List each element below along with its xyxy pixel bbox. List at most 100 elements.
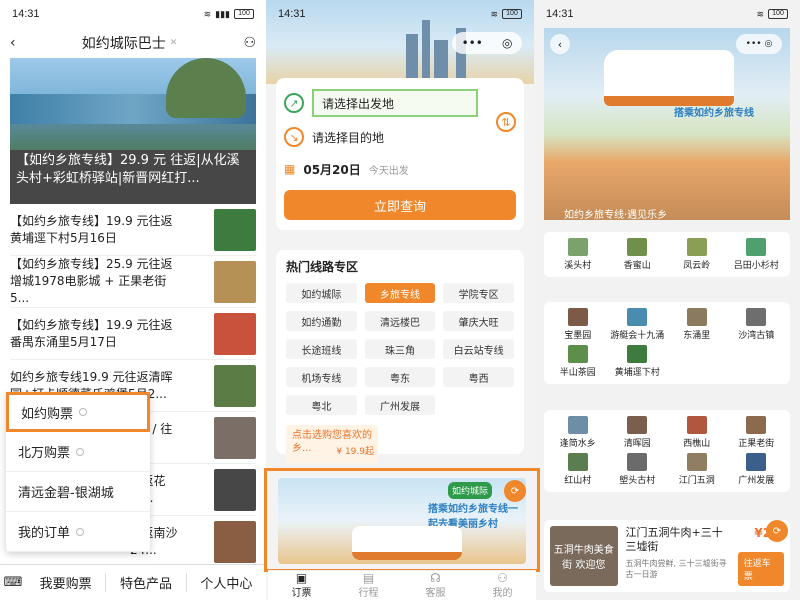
promo-card[interactable]: 点击选购您喜欢的乡... ¥ 19.9起 [286, 425, 378, 463]
wifi-icon: ≋ [203, 8, 212, 19]
tab-tickets[interactable]: ▣ 订票 [268, 571, 335, 600]
featured-route-card[interactable]: 五洞牛肉美食街 欢迎您 江门五洞牛肉+三十三墟街 五洞牛肉尝鲜, 三十三墟街寻古… [544, 520, 790, 592]
trip-icon: ▤ [362, 571, 375, 585]
signal-icon: ▮▮▮ [215, 8, 230, 19]
departure-input[interactable]: 请选择出发地 [312, 89, 478, 117]
route-tag[interactable]: 粤北 [286, 395, 357, 415]
battery-icon: 100 [502, 9, 522, 19]
route-tag[interactable]: 如约城际 [286, 283, 357, 303]
headset-icon: ☊ [430, 571, 441, 585]
back-icon[interactable]: ‹ [550, 34, 570, 54]
route-tag[interactable]: 粤东 [364, 367, 436, 387]
bottom-menu-products[interactable]: 特色产品 [106, 573, 187, 592]
title-bar: ‹ 如约城际巴士 ✕ ⚇ [0, 28, 266, 58]
route-tag[interactable]: 广州发展 [364, 395, 436, 415]
destination-input[interactable]: 请选择目的地 [312, 129, 384, 146]
bottom-menu-buy[interactable]: 我要购票 [26, 573, 107, 592]
calendar-icon: ▦ [284, 162, 296, 176]
profile-icon[interactable]: ⚇ [243, 35, 256, 51]
destination-item[interactable]: 游艇会十九涌 [608, 308, 668, 341]
destination-item[interactable]: 西樵山 [667, 416, 727, 449]
status-bar: 14:31 ≋ 100 [266, 0, 534, 28]
tab-trips[interactable]: ▤ 行程 [335, 571, 402, 600]
route-tag[interactable]: 珠三角 [364, 339, 436, 359]
route-tag[interactable]: 白云站专线 [443, 339, 514, 359]
destination-item[interactable]: 宝墨园 [548, 308, 608, 341]
menu-item-beiwan-ticket[interactable]: 北万购票 [6, 432, 150, 472]
menu-item-ruyue-ticket[interactable]: 如约购票 [6, 392, 150, 432]
panel-wechat-account: 14:31 ≋ ▮▮▮ 100 ‹ 如约城际巴士 ✕ ⚇ 【如约乡旅专线】29.9 元… [0, 0, 266, 600]
destination-grid-1: 溪头村 香蜜山 凤云岭 吕田小杉村 [544, 232, 790, 277]
menu-item-qingyuan[interactable]: 清远金碧-银湖城 [6, 472, 150, 512]
destination-item[interactable]: 沙湾古镇 [727, 308, 787, 341]
list-item[interactable]: 【如约乡旅专线】19.9 元往返番禺东涌里5月17日 [10, 308, 256, 360]
destination-item[interactable]: 红山村 [548, 453, 608, 486]
promo-price: ¥ 19.9起 [336, 447, 374, 457]
status-bar: 14:31 ≋ 100 [534, 0, 800, 28]
bus-image [604, 50, 734, 106]
hero-caption[interactable]: 【如约乡旅专线】29.9 元 往返|从化溪头村+彩虹桥驿站|新晋网红打... [10, 148, 256, 204]
hero-image[interactable] [10, 58, 256, 150]
destination-grid-2: 宝墨园 游艇会十九涌 东涌里 沙湾古镇 半山茶园 黄埔逕下村 [544, 302, 790, 384]
tab-mine[interactable]: ⚇ 我的 [469, 571, 536, 600]
bottom-menu-profile[interactable]: 个人中心 [187, 573, 266, 592]
destination-item[interactable]: 正果老街 [727, 416, 787, 449]
destination-item[interactable]: 半山茶园 [548, 345, 608, 378]
back-icon[interactable]: ‹ [10, 35, 16, 51]
share-fab-icon[interactable]: ⟳ [766, 520, 788, 542]
destination-item[interactable]: 广州发展 [727, 453, 787, 486]
bottom-menu-bar: ⌨ 我要购票 特色产品 个人中心 [0, 564, 266, 600]
swap-icon[interactable]: ⇅ [496, 112, 516, 132]
destination-item[interactable]: 香蜜山 [608, 238, 668, 271]
thumbnail [214, 208, 256, 251]
destination-item[interactable]: 清晖园 [608, 416, 668, 449]
share-fab-icon[interactable]: ⟳ [504, 480, 526, 502]
keyboard-icon[interactable]: ⌨ [0, 575, 26, 590]
promo-banner[interactable]: 如约城际 搭乘如约乡旅专线一起去看美丽乡村 [278, 478, 526, 564]
wifi-icon: ≋ [490, 8, 498, 19]
route-tag[interactable]: 如约通勤 [286, 311, 357, 331]
thumbnail [214, 312, 256, 355]
capsule-menu[interactable]: ••• ◎ [452, 32, 522, 54]
destination-grid-3: 逢简水乡 清晖园 西樵山 正果老街 红山村 塱头古村 江门五洞 广州发展 [544, 410, 790, 492]
thumbnail [214, 364, 256, 407]
destination-item[interactable]: 凤云岭 [667, 238, 727, 271]
route-tag[interactable]: 长途班线 [286, 339, 357, 359]
route-tag[interactable]: 清远楼巴 [364, 311, 436, 331]
route-tag[interactable]: 粤西 [443, 367, 514, 387]
query-button[interactable]: 立即查询 [284, 190, 516, 220]
destination-item[interactable]: 吕田小杉村 [727, 238, 787, 271]
close-circle-icon[interactable]: ◎ [502, 36, 512, 50]
round-trip-ticket-button[interactable]: 往返车票 [737, 552, 784, 586]
tab-service[interactable]: ☊ 客服 [402, 571, 469, 600]
capsule-menu[interactable]: ••• ◎ [736, 34, 782, 54]
list-item[interactable]: 【如约乡旅专线】19.9 元往返黄埔逕下村5月16日 [10, 204, 256, 256]
destination-item[interactable]: 溪头村 [548, 238, 608, 271]
date-sub: 今天出发 [368, 165, 409, 177]
date-row[interactable]: ▦ 05月20日 今天出发 [284, 154, 516, 184]
destination-item[interactable]: 江门五洞 [667, 453, 727, 486]
destination-item[interactable]: 塱头古村 [608, 453, 668, 486]
route-tag[interactable]: 肇庆大旺 [443, 311, 514, 331]
route-tag[interactable]: 机场专线 [286, 367, 357, 387]
route-tag-selected[interactable]: 乡旅专线 [364, 283, 436, 303]
wifi-icon: ≋ [756, 8, 764, 19]
destination-item[interactable]: 东涌里 [667, 308, 727, 341]
route-tags: 如约城际 乡旅专线 学院专区 如约通勤 清远楼巴 肇庆大旺 长途班线 珠三角 白… [286, 283, 514, 415]
search-card: ↗ 请选择出发地 ↘ 请选择目的地 ⇅ ▦ 05月20日 今天出发 立即查询 [276, 78, 524, 230]
page-title: 如约城际巴士 [81, 36, 166, 52]
more-icon[interactable]: ••• [462, 36, 483, 50]
route-tag[interactable]: 学院专区 [443, 283, 514, 303]
battery-icon: 100 [768, 9, 788, 19]
list-item[interactable]: 【如约乡旅专线】25.9 元往返增城1978电影城 + 正果老街5... [10, 256, 256, 308]
featured-subtitle: 五洞牛肉尝鲜, 三十三墟街寻古一日游 [625, 559, 727, 579]
destination-item[interactable]: 黄埔逕下村 [608, 345, 668, 378]
destination-item[interactable]: 逢简水乡 [548, 416, 608, 449]
featured-title: 江门五洞牛肉+三十三墟街 [625, 526, 723, 553]
link-icon [79, 408, 88, 416]
screen: 14:31 ≋ ▮▮▮ 100 ‹ 如约城际巴士 ✕ ⚇ 【如约乡旅专线】29.9 元… [0, 0, 800, 600]
menu-item-my-orders[interactable]: 我的订单 [6, 512, 150, 552]
status-bar: 14:31 ≋ ▮▮▮ 100 [0, 0, 266, 28]
bus-icon: ▣ [295, 571, 308, 585]
tab-bar: ▣ 订票 ▤ 行程 ☊ 客服 ⚇ 我的 [268, 570, 536, 600]
